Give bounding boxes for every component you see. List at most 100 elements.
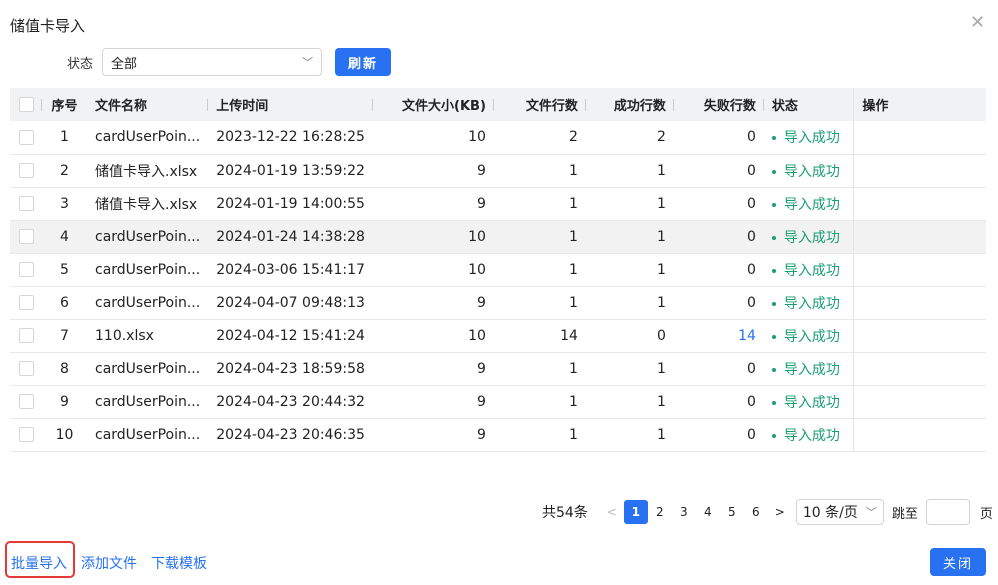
- row-checkbox[interactable]: [18, 163, 34, 178]
- row-checkbox[interactable]: [18, 295, 34, 310]
- fail-lines: 0: [673, 385, 764, 419]
- row-no: 5: [42, 253, 87, 287]
- success-lines: 1: [585, 154, 674, 188]
- row-checkbox[interactable]: [18, 361, 34, 376]
- page-5[interactable]: 5: [720, 500, 744, 524]
- fail-lines: 0: [673, 121, 764, 155]
- status-text: 导入成功: [783, 361, 840, 378]
- upload-time: 2024-04-07 09:48:13: [208, 286, 373, 320]
- file-size: 10: [372, 253, 494, 287]
- fail-lines: 0: [673, 286, 764, 320]
- page-4[interactable]: 4: [696, 500, 720, 524]
- row-no: 9: [42, 385, 87, 419]
- upload-time: 2024-04-23 20:44:32: [208, 385, 373, 419]
- page-unit-label: 页: [979, 506, 993, 522]
- row-actions: [853, 121, 986, 155]
- table-row: 6 cardUserPoin... 2024-04-07 09:48:13 9 …: [10, 286, 986, 320]
- status-select[interactable]: 全部 ﹀: [102, 48, 323, 76]
- dialog-title: 储值卡导入: [10, 17, 86, 35]
- jump-page-input[interactable]: [925, 499, 970, 525]
- prev-page-button[interactable]: <: [600, 500, 624, 524]
- col-header: 上传时间: [208, 88, 373, 121]
- file-lines: 1: [493, 253, 586, 287]
- page-3[interactable]: 3: [672, 500, 696, 524]
- file-name: cardUserPoin...: [87, 286, 209, 320]
- file-name: cardUserPoin...: [87, 418, 209, 452]
- footer-links: 批量导入 添加文件 下载模板: [11, 553, 221, 573]
- col-header: 操作: [853, 88, 986, 121]
- row-no: 3: [42, 187, 87, 221]
- upload-time: 2023-12-22 16:28:25: [208, 121, 373, 155]
- file-name: cardUserPoin...: [87, 253, 209, 287]
- row-checkbox[interactable]: [18, 328, 34, 343]
- import-table: 序号 文件名称 上传时间 文件大小(KB) 文件行数 成功行数 失败行数 状态 …: [10, 88, 986, 452]
- table-row: 5 cardUserPoin... 2024-03-06 15:41:17 10…: [10, 253, 986, 287]
- status-dot-icon: [771, 301, 776, 306]
- row-checkbox[interactable]: [18, 394, 34, 409]
- close-button[interactable]: 关闭: [930, 548, 986, 576]
- row-no: 8: [42, 352, 87, 386]
- success-lines: 2: [585, 121, 674, 155]
- add-file-link[interactable]: 添加文件: [81, 553, 137, 573]
- row-checkbox[interactable]: [18, 427, 34, 442]
- table-row: 3 储值卡导入.xlsx 2024-01-19 14:00:55 9 1 1 0…: [10, 187, 986, 221]
- file-name: cardUserPoin...: [87, 220, 209, 254]
- batch-import-link[interactable]: 批量导入: [11, 553, 67, 573]
- next-page-button[interactable]: >: [768, 500, 792, 524]
- table-row: 8 cardUserPoin... 2024-04-23 18:59:58 9 …: [10, 352, 986, 386]
- row-checkbox[interactable]: [18, 129, 34, 145]
- page-1[interactable]: 1: [623, 500, 648, 524]
- status-dot-icon: [771, 268, 776, 273]
- file-size: 10: [372, 121, 494, 155]
- row-no: 6: [42, 286, 87, 320]
- file-lines: 1: [493, 154, 586, 188]
- col-header: 文件大小(KB): [372, 88, 494, 121]
- close-icon[interactable]: ✕: [970, 12, 985, 33]
- upload-time: 2024-04-12 15:41:24: [208, 319, 373, 353]
- file-lines: 1: [493, 352, 586, 386]
- row-no: 4: [42, 220, 87, 254]
- upload-time: 2024-03-06 15:41:17: [208, 253, 373, 287]
- status-dot-icon: [771, 334, 776, 339]
- status-text: 导入成功: [783, 196, 840, 213]
- fail-lines: 0: [673, 154, 764, 188]
- page-2[interactable]: 2: [648, 500, 672, 524]
- page-6[interactable]: 6: [744, 500, 768, 524]
- upload-time: 2024-04-23 18:59:58: [208, 352, 373, 386]
- col-header: 状态: [763, 88, 854, 121]
- row-actions: [853, 187, 986, 221]
- row-actions: [853, 253, 986, 287]
- row-actions: [853, 220, 986, 254]
- col-header: 文件名称: [87, 88, 209, 121]
- table-row: 7 110.xlsx 2024-04-12 15:41:24 10 14 0 1…: [10, 319, 986, 353]
- row-checkbox[interactable]: [18, 262, 34, 277]
- row-checkbox[interactable]: [18, 229, 34, 244]
- row-no: 1: [42, 121, 87, 155]
- col-header: 成功行数: [585, 88, 674, 121]
- table-row: 9 cardUserPoin... 2024-04-23 20:44:32 9 …: [10, 385, 986, 419]
- status-label: 状态: [67, 56, 94, 72]
- file-name: cardUserPoin...: [87, 121, 209, 155]
- row-checkbox[interactable]: [18, 196, 34, 211]
- page-size-value: 10 条/页: [802, 505, 858, 521]
- select-all-checkbox[interactable]: [18, 97, 34, 112]
- status-dot-icon: [771, 169, 776, 174]
- col-header: 文件行数: [493, 88, 586, 121]
- file-name: cardUserPoin...: [87, 385, 209, 419]
- file-lines: 1: [493, 187, 586, 221]
- page-size-select[interactable]: 10 条/页 ﹀: [795, 499, 884, 525]
- table-row: 10 cardUserPoin... 2024-04-23 20:46:35 9…: [10, 418, 986, 452]
- file-name: cardUserPoin...: [87, 352, 209, 386]
- chevron-down-icon: ﹀: [302, 56, 314, 69]
- file-lines: 1: [493, 418, 586, 452]
- fail-lines: 0: [673, 220, 764, 254]
- success-lines: 1: [585, 385, 674, 419]
- total-count: 共54条: [542, 505, 588, 521]
- file-size: 9: [372, 385, 494, 419]
- row-actions: [853, 319, 986, 353]
- refresh-button[interactable]: 刷新: [335, 48, 392, 76]
- fail-lines: 0: [673, 352, 764, 386]
- success-lines: 1: [585, 352, 674, 386]
- download-template-link[interactable]: 下载模板: [151, 553, 207, 573]
- row-no: 2: [42, 154, 87, 188]
